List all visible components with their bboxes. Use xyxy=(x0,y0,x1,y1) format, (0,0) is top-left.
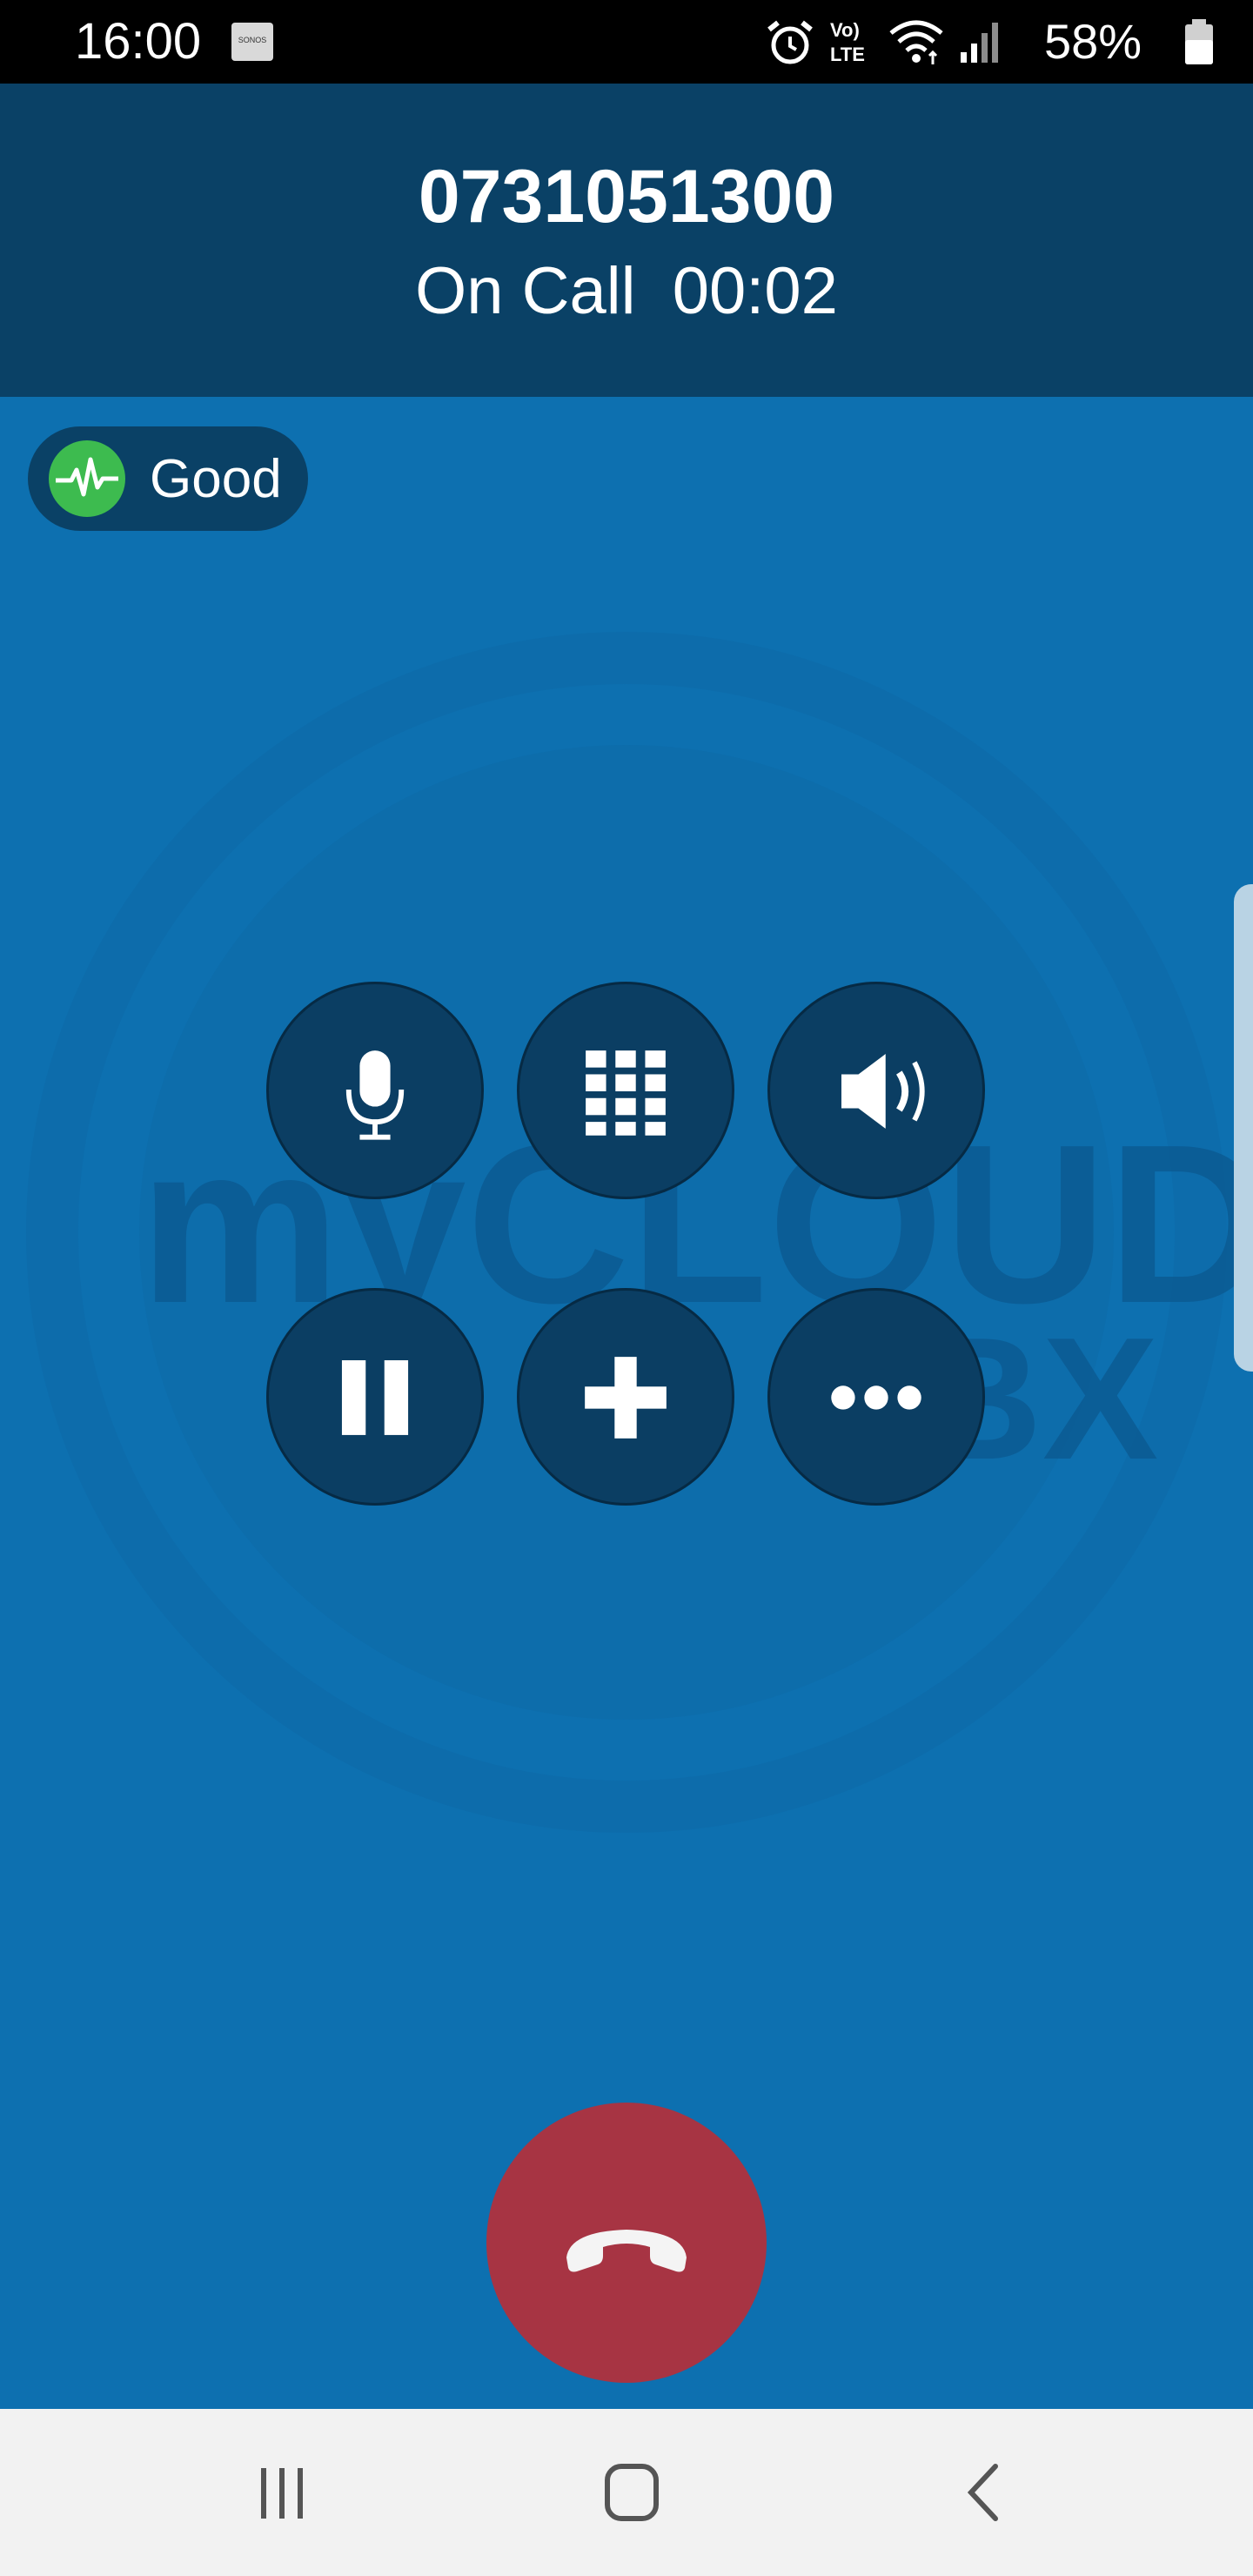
status-icons: Vo) LTE 58% xyxy=(766,0,1253,84)
microphone-icon xyxy=(345,1050,405,1140)
system-nav-bar xyxy=(0,2409,1253,2576)
mute-button[interactable] xyxy=(266,982,484,1199)
recent-apps-icon xyxy=(261,2468,303,2519)
recent-apps-button[interactable] xyxy=(230,2440,334,2545)
edge-panel-handle[interactable] xyxy=(1234,884,1253,1372)
wifi-icon xyxy=(889,20,943,64)
alarm-icon xyxy=(767,20,813,64)
end-call-button[interactable] xyxy=(486,2103,767,2383)
call-header: 0731051300 On Call 00:02 xyxy=(0,84,1253,397)
hold-button[interactable] xyxy=(266,1288,484,1506)
svg-text:LTE: LTE xyxy=(830,44,865,65)
status-bar: 16:00 SONOS Vo) LTE 58% xyxy=(0,0,1253,84)
waveform-icon xyxy=(49,440,125,517)
battery-percent: 58% xyxy=(1044,14,1142,69)
keypad-button[interactable] xyxy=(517,982,734,1199)
home-icon xyxy=(605,2464,659,2521)
volte-icon: Vo) LTE xyxy=(830,19,865,65)
speaker-icon xyxy=(841,1054,925,1129)
sonos-label: SONOS xyxy=(238,36,267,44)
more-button[interactable] xyxy=(767,1288,985,1506)
call-status: On Call 00:02 xyxy=(415,254,838,328)
back-icon xyxy=(967,2464,998,2521)
battery-icon xyxy=(1185,19,1213,64)
more-icon xyxy=(831,1385,921,1410)
caller-number: 0731051300 xyxy=(418,155,835,238)
svg-text:Vo): Vo) xyxy=(830,19,860,41)
keypad-icon xyxy=(586,1050,666,1136)
home-button[interactable] xyxy=(580,2440,684,2545)
call-quality-label: Good xyxy=(150,449,282,509)
hang-up-icon xyxy=(566,2230,687,2272)
sonos-icon: SONOS xyxy=(231,23,273,61)
call-main-area: myCLOUD PBX Good xyxy=(0,397,1253,2409)
plus-icon xyxy=(585,1357,667,1439)
pause-icon xyxy=(341,1360,409,1435)
add-call-button[interactable] xyxy=(517,1288,734,1506)
speaker-button[interactable] xyxy=(767,982,985,1199)
call-quality-badge: Good xyxy=(28,426,308,531)
back-button[interactable] xyxy=(931,2440,1035,2545)
signal-icon xyxy=(961,23,998,63)
status-time: 16:00 xyxy=(75,13,202,70)
